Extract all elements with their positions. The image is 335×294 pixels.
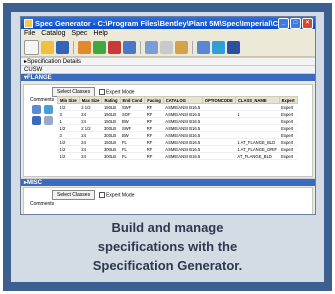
- misc-panel: Select Classes Expert Mode Comments: [23, 187, 313, 214]
- window-title: Spec Generator - C:\Program Files\Bentle…: [35, 18, 285, 28]
- col-expert[interactable]: Expert: [278, 96, 298, 104]
- menu-file[interactable]: File: [24, 30, 35, 37]
- expert-mode-checkbox-misc[interactable]: Expert Mode: [99, 191, 134, 198]
- link-icon[interactable]: [44, 105, 53, 114]
- table-row[interactable]: 1/2 24 300LB FL RF ASME/ANSI B16.5 1 AT_FLANGE…: [57, 145, 298, 153]
- filter-icon[interactable]: [160, 40, 173, 54]
- menu-catalog[interactable]: Catalog: [41, 30, 65, 37]
- table-row[interactable]: 1 24 150LB BW RF ASME/ANSI B16.5 Expert: [57, 117, 298, 125]
- toolbar: [21, 38, 315, 57]
- caption: Build and manage specifications with the…: [11, 218, 324, 275]
- chart-icon[interactable]: [197, 40, 210, 54]
- save-icon[interactable]: [56, 40, 69, 54]
- info-icon[interactable]: [227, 40, 240, 54]
- content-card: Spec Generator - C:\Program Files\Bentle…: [11, 12, 324, 282]
- caption-line-2: specifications with the: [97, 239, 238, 254]
- col-catalog[interactable]: CATALOG: [162, 96, 203, 104]
- select-classes-button-misc[interactable]: Select Classes: [52, 190, 96, 200]
- title-bar: Spec Generator - C:\Program Files\Bentle…: [21, 17, 315, 29]
- add-icon[interactable]: [93, 40, 106, 54]
- flange-panel: Select Classes Expert Mode Comments Min …: [23, 84, 313, 177]
- menu-bar: File Catalog Spec Help: [21, 29, 315, 38]
- new-icon[interactable]: [24, 39, 39, 55]
- section-flange[interactable]: ▾ FLANGE: [21, 73, 315, 81]
- table-row[interactable]: 1/2 2 1/2 150LB SWF RF ASME/ANSI B16.5 Expert: [57, 103, 298, 111]
- col-class-name[interactable]: CLASS_NAME: [234, 96, 280, 104]
- caption-line-1: Build and manage: [111, 220, 224, 235]
- table-row[interactable]: 1/2 24 150LB FL RF ASME/ANSI B16.5 1 AT_FLANGE…: [57, 138, 298, 146]
- properties-icon[interactable]: [145, 40, 158, 54]
- col-end-cond[interactable]: End Cond: [119, 96, 146, 104]
- open-icon[interactable]: [41, 40, 54, 54]
- move-icon[interactable]: [32, 116, 41, 125]
- menu-help[interactable]: Help: [93, 30, 107, 37]
- table-row[interactable]: 3 24 150LB SOF RF ASME/ANSI B16.5 1 Expert: [57, 110, 298, 118]
- table-row[interactable]: 1/2 2 1/2 300LB SWF RF ASME/ANSI B16.5 Expert: [57, 124, 298, 132]
- grid-icon[interactable]: [32, 105, 41, 114]
- caption-line-3: Specification Generator.: [92, 258, 243, 273]
- col-facing[interactable]: Facing: [144, 96, 164, 104]
- help-icon[interactable]: [212, 40, 225, 54]
- maximize-button[interactable]: □: [290, 18, 301, 29]
- minimize-button[interactable]: _: [278, 18, 289, 29]
- options-icon[interactable]: [175, 40, 188, 54]
- comments-label: Comments: [30, 97, 55, 103]
- table-icon[interactable]: [123, 40, 136, 54]
- col-optioncode[interactable]: OPTIONCODE: [201, 96, 236, 104]
- close-button[interactable]: ×: [302, 18, 313, 29]
- delete-icon[interactable]: [108, 40, 121, 54]
- menu-spec[interactable]: Spec: [71, 30, 87, 37]
- section-cusw[interactable]: CUSW: [21, 65, 315, 73]
- tool-icon[interactable]: [78, 40, 91, 54]
- section-spec-details[interactable]: ▸ Specification Details: [21, 57, 315, 65]
- table-row[interactable]: 3 24 300LB BW RF ASME/ANSI B16.5 Expert: [57, 131, 298, 139]
- section-misc[interactable]: ▸ MISC: [21, 178, 315, 186]
- components-table: Min Size Max Size Rating End Cond Facing…: [57, 96, 298, 160]
- expert-mode-checkbox[interactable]: Expert Mode: [99, 88, 134, 95]
- edit-icon[interactable]: [44, 116, 53, 125]
- app-screenshot: Spec Generator - C:\Program Files\Bentle…: [20, 16, 316, 215]
- outer-frame: Spec Generator - C:\Program Files\Bentle…: [3, 3, 332, 291]
- col-rating[interactable]: Rating: [101, 96, 121, 104]
- table-row[interactable]: 1/2 24 300LB FL RF ASME/ANSI B16.5 AT_FLANGE_B…: [57, 152, 298, 160]
- col-min-size[interactable]: Min Size: [57, 96, 80, 104]
- comments-label-misc: Comments: [30, 201, 55, 207]
- col-max-size[interactable]: Max Size: [78, 96, 103, 104]
- app-icon: [24, 18, 33, 28]
